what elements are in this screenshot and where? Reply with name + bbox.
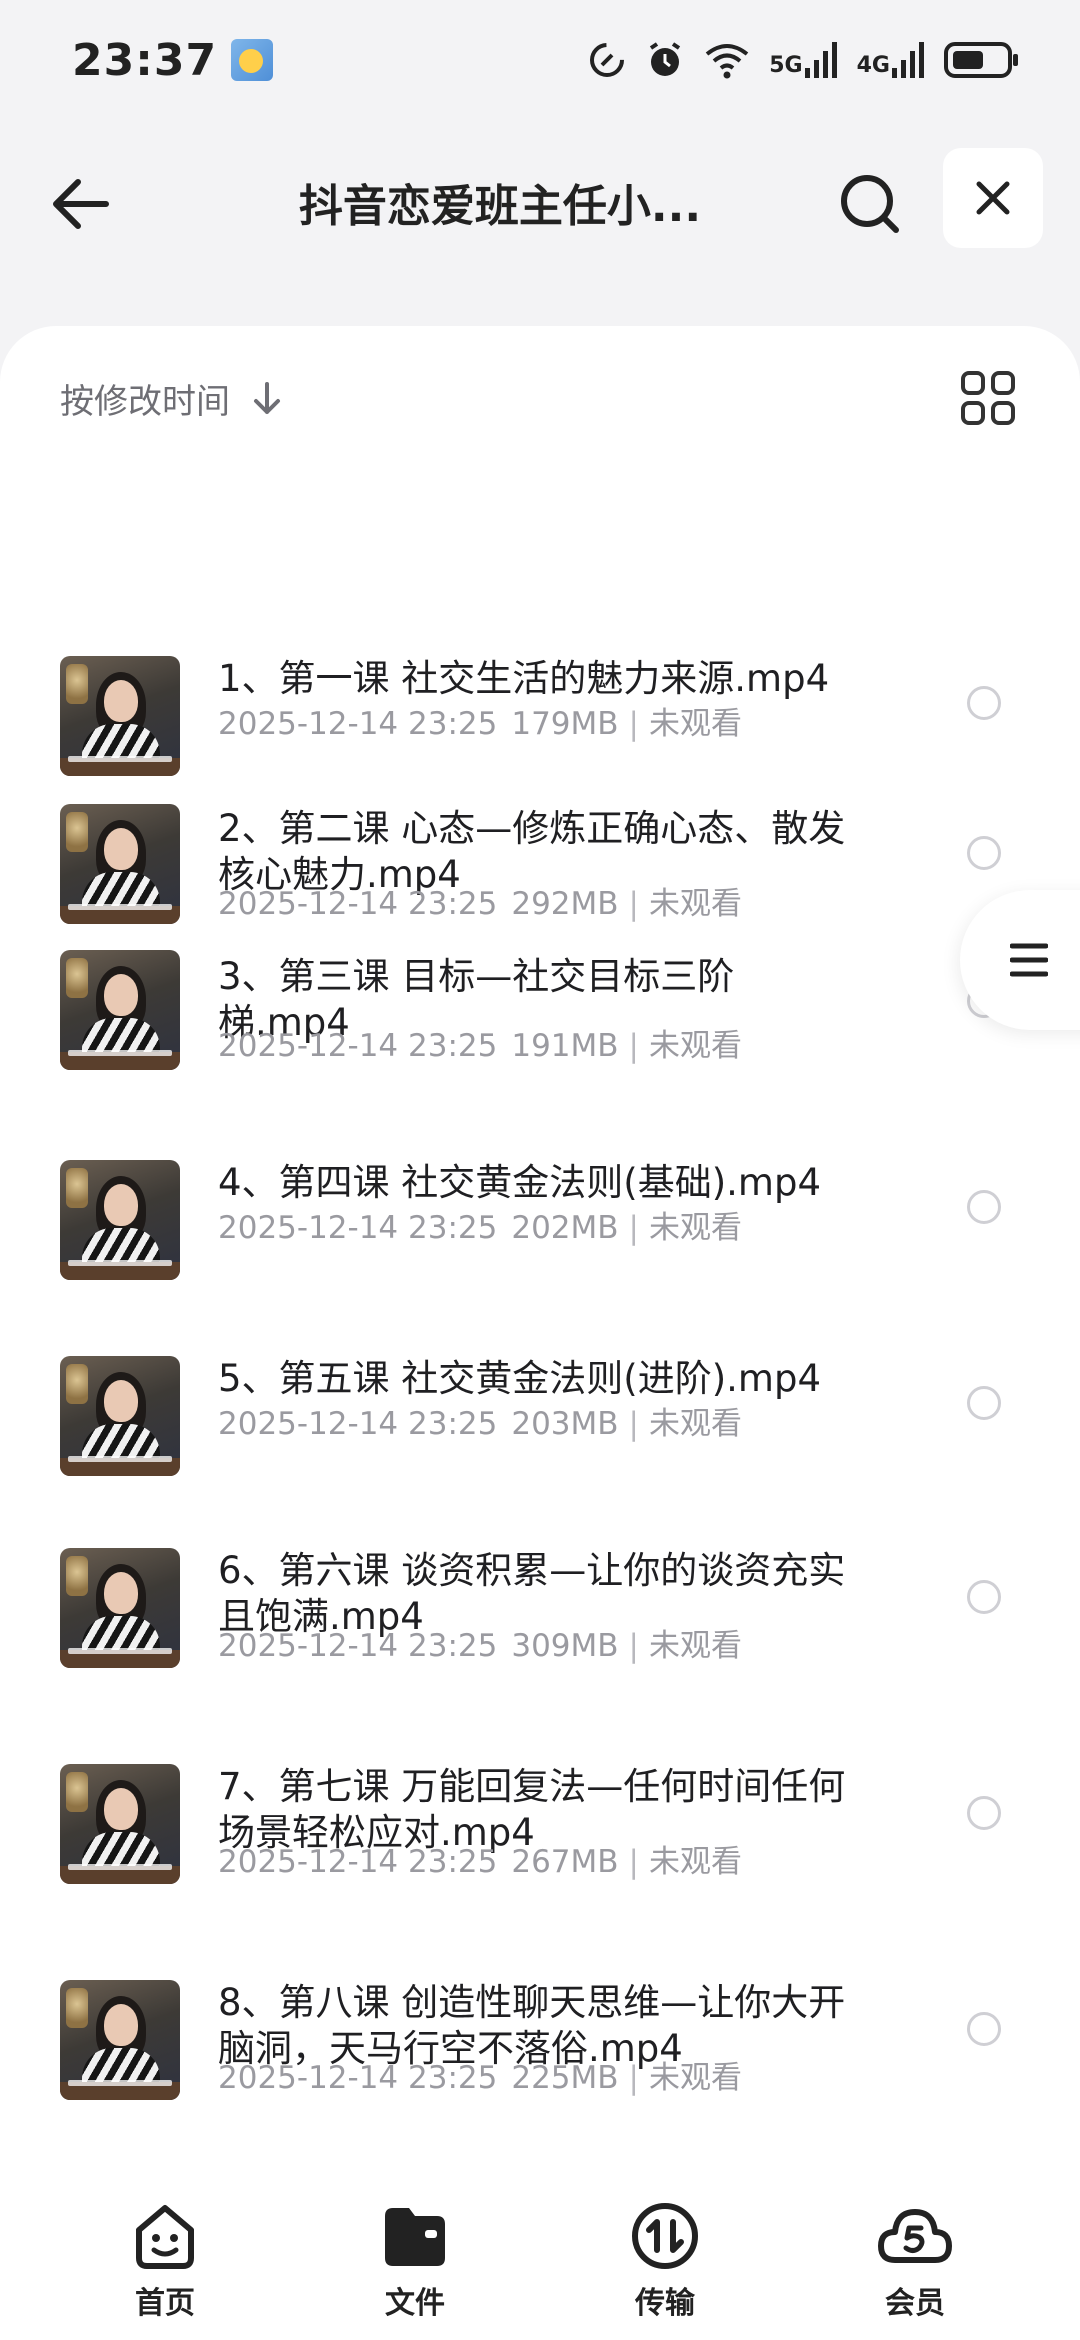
meta-separator: |: [628, 1210, 639, 1246]
signal-4g-label: 4G: [856, 53, 890, 78]
back-button[interactable]: [44, 168, 116, 240]
file-size: 191MB: [511, 1028, 619, 1064]
video-thumbnail: [60, 1980, 180, 2100]
watch-status: 未观看: [649, 706, 742, 742]
arrow-down-icon: [254, 381, 280, 414]
arrow-left-icon: [53, 179, 109, 229]
bottom-nav: 首页 文件 传输 会员: [0, 2176, 1080, 2340]
file-meta: 2025-12-14 23:25 309MB | 未观看: [218, 1620, 742, 1665]
nav-home-label: 首页: [135, 2286, 195, 2321]
file-date: 2025-12-14 23:25: [218, 706, 498, 742]
meta-separator: |: [628, 1844, 639, 1880]
select-radio[interactable]: [967, 1386, 1001, 1420]
vip-cloud-icon: [878, 2209, 952, 2263]
nav-home[interactable]: 首页: [85, 2200, 245, 2322]
watch-status: 未观看: [649, 1406, 742, 1442]
file-size: 267MB: [511, 1844, 619, 1880]
meta-separator: |: [628, 1406, 639, 1442]
grid-view-button[interactable]: [960, 370, 1016, 426]
file-size: 202MB: [511, 1210, 619, 1246]
file-meta: 2025-12-14 23:25 191MB | 未观看: [218, 1020, 742, 1065]
file-size: 203MB: [511, 1406, 619, 1442]
meta-separator: |: [628, 2060, 639, 2096]
select-radio[interactable]: [967, 2012, 1001, 2046]
file-meta: 2025-12-14 23:25 292MB | 未观看: [218, 878, 742, 923]
nav-transfer[interactable]: 传输: [585, 2200, 745, 2322]
sort-label: 按修改时间: [60, 382, 230, 422]
watch-status: 未观看: [649, 1628, 742, 1664]
sort-control[interactable]: 按修改时间: [60, 374, 282, 423]
status-time: 23:37: [72, 34, 218, 86]
file-title: 1、第一课 社交生活的魅力来源.mp4: [218, 657, 830, 700]
file-size: 309MB: [511, 1628, 619, 1664]
signal-bars-icon: [892, 42, 924, 78]
grid-icon: [961, 371, 1015, 425]
meta-separator: |: [628, 706, 639, 742]
close-button[interactable]: [943, 148, 1043, 248]
nav-vip-label: 会员: [885, 2286, 945, 2321]
file-size: 179MB: [511, 706, 619, 742]
file-size: 225MB: [511, 2060, 619, 2096]
search-icon: [841, 175, 899, 233]
file-date: 2025-12-14 23:25: [218, 1628, 498, 1664]
video-thumbnail: [60, 1764, 180, 1884]
nav-files[interactable]: 文件: [335, 2200, 495, 2322]
video-thumbnail: [60, 1356, 180, 1476]
watch-status: 未观看: [649, 1210, 742, 1246]
file-meta: 2025-12-14 23:25 225MB | 未观看: [218, 2052, 742, 2097]
video-thumbnail: [60, 1548, 180, 1668]
file-date: 2025-12-14 23:25: [218, 1210, 498, 1246]
file-date: 2025-12-14 23:25: [218, 1844, 498, 1880]
select-radio[interactable]: [967, 1190, 1001, 1224]
data-saver-icon: [590, 43, 625, 77]
watch-status: 未观看: [649, 886, 742, 922]
menu-icon: [1010, 943, 1048, 977]
meta-separator: |: [628, 1628, 639, 1664]
video-thumbnail: [60, 656, 180, 776]
page-title: 抖音恋爱班主任小...: [298, 181, 702, 232]
file-size: 292MB: [511, 886, 619, 922]
file-meta: 2025-12-14 23:25 179MB | 未观看: [218, 698, 742, 743]
watch-status: 未观看: [649, 2060, 742, 2096]
wifi-icon: [706, 44, 749, 79]
file-date: 2025-12-14 23:25: [218, 2060, 498, 2096]
file-date: 2025-12-14 23:25: [218, 886, 498, 922]
video-thumbnail: [60, 804, 180, 924]
select-radio[interactable]: [967, 1796, 1001, 1830]
nav-vip[interactable]: 会员: [835, 2200, 995, 2322]
transfer-icon: [632, 2203, 698, 2269]
file-date: 2025-12-14 23:25: [218, 1406, 498, 1442]
close-icon: [976, 181, 1010, 215]
alarm-icon: [650, 42, 681, 76]
file-title: 5、第五课 社交黄金法则(进阶).mp4: [218, 1357, 822, 1400]
battery-icon: [944, 42, 1018, 78]
folder-icon: [385, 2208, 445, 2266]
status-bar: 23:37 5G 4G: [0, 0, 1080, 120]
file-date: 2025-12-14 23:25: [218, 1028, 498, 1064]
search-button[interactable]: [834, 168, 906, 240]
file-title: 4、第四课 社交黄金法则(基础).mp4: [218, 1161, 822, 1204]
watch-status: 未观看: [649, 1844, 742, 1880]
top-header: 抖音恋爱班主任小...: [0, 140, 1080, 260]
video-thumbnail: [60, 1160, 180, 1280]
nav-transfer-label: 传输: [635, 2286, 695, 2321]
file-meta: 2025-12-14 23:25 267MB | 未观看: [218, 1836, 742, 1881]
select-radio[interactable]: [967, 686, 1001, 720]
select-radio[interactable]: [967, 836, 1001, 870]
video-thumbnail: [60, 950, 180, 1070]
meta-separator: |: [628, 886, 639, 922]
meta-separator: |: [628, 1028, 639, 1064]
file-meta: 2025-12-14 23:25 203MB | 未观看: [218, 1398, 742, 1443]
weather-icon: [231, 39, 274, 81]
signal-5g-label: 5G: [769, 53, 803, 78]
home-face-icon: [136, 2205, 194, 2269]
signal-bars-icon: [804, 42, 837, 78]
select-radio[interactable]: [967, 1580, 1001, 1614]
file-list-panel: 按修改时间 1、第一课 社交生活的魅力来源.mp4 2025-12-14 23:2…: [0, 326, 1080, 2176]
watch-status: 未观看: [649, 1028, 742, 1064]
file-meta: 2025-12-14 23:25 202MB | 未观看: [218, 1202, 742, 1247]
nav-files-label: 文件: [385, 2286, 445, 2321]
